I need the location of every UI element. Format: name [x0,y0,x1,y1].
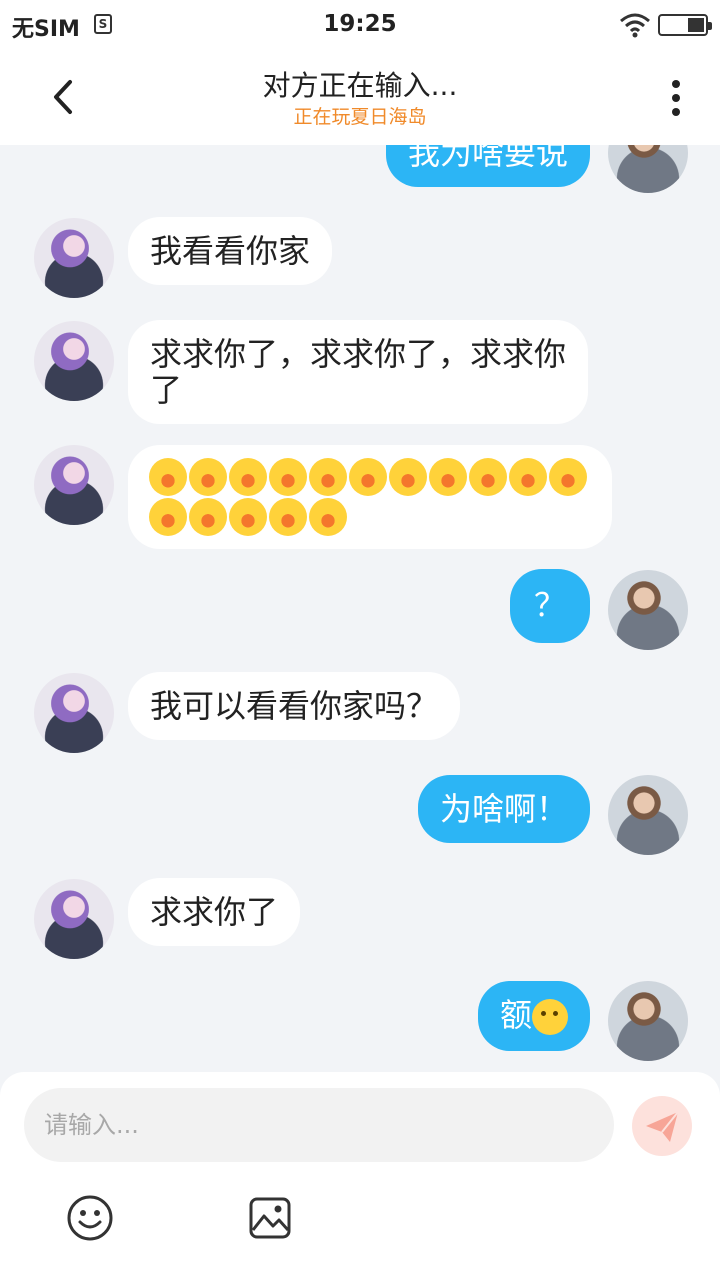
avatar[interactable] [34,879,114,959]
crying-laughing-emoji [269,458,307,496]
avatar[interactable] [608,775,688,855]
message-bubble[interactable]: 额 [477,981,590,1051]
chat-header: 对方正在输入... 正在玩夏日海岛 [0,50,720,145]
message-bubble[interactable]: 求求你了 [128,878,301,946]
avatar[interactable] [34,673,114,753]
wifi-icon [620,13,650,38]
message-bubble[interactable]: 我看看你家 [128,217,333,285]
message-list[interactable]: 我为啥要说 我看看你家 求求你了，求求你了，求求你了 ？ 我可以看看你家吗？ 为… [0,145,720,1075]
chat-status: 正在玩夏日海岛 [293,106,427,128]
message-text: 我可以看看你家吗？ [150,687,439,725]
avatar[interactable] [34,218,114,298]
message-input[interactable] [24,1088,614,1162]
crying-laughing-emoji [389,458,427,496]
avatar[interactable] [608,981,688,1061]
avatar[interactable] [608,145,688,193]
message-text: 求求你了，求求你了，求求你了 [150,335,567,409]
crying-laughing-emoji [229,498,267,536]
input-panel [0,1072,720,1280]
crying-laughing-emoji [469,458,507,496]
message-bubble[interactable] [128,445,612,549]
smiley-icon[interactable] [66,1194,114,1242]
message-bubble[interactable]: 我为啥要说 [385,145,590,187]
message-bubble[interactable]: 求求你了，求求你了，求求你了 [128,320,588,424]
send-button[interactable] [632,1096,692,1156]
message-text: ？ [533,586,566,624]
crying-laughing-emoji [549,458,587,496]
message-text: 我为啥要说 [407,145,568,172]
avatar[interactable] [34,321,114,401]
message-bubble[interactable]: 为啥啊！ [417,775,590,843]
message-bubble[interactable]: 我可以看看你家吗？ [128,672,461,740]
emoji-group [148,457,588,537]
crying-laughing-emoji [149,458,187,496]
crying-laughing-emoji [229,458,267,496]
message-text: 我看看你家 [150,232,311,270]
crying-laughing-emoji [189,498,227,536]
crying-laughing-emoji [429,458,467,496]
crying-laughing-emoji [309,458,347,496]
more-vertical-icon[interactable] [656,76,696,120]
crying-laughing-emoji [309,498,347,536]
crying-laughing-emoji [269,498,307,536]
battery-icon [658,14,712,36]
crying-laughing-emoji [149,498,187,536]
chat-title: 对方正在输入... [262,69,458,102]
status-time: 19:25 [323,11,397,37]
avatar[interactable] [608,570,688,650]
crying-laughing-emoji [189,458,227,496]
image-icon[interactable] [248,1196,292,1240]
crying-laughing-emoji [509,458,547,496]
status-bar: 无SIM S 19:25 [0,0,720,50]
paper-plane-icon [646,1111,679,1142]
sweat-smile-emoji [532,999,568,1035]
message-bubble[interactable]: ？ [510,569,590,643]
message-text: 为啥啊！ [439,790,568,828]
message-text: 额 [499,996,532,1034]
message-text: 求求你了 [150,893,279,931]
crying-laughing-emoji [349,458,387,496]
avatar[interactable] [34,445,114,525]
